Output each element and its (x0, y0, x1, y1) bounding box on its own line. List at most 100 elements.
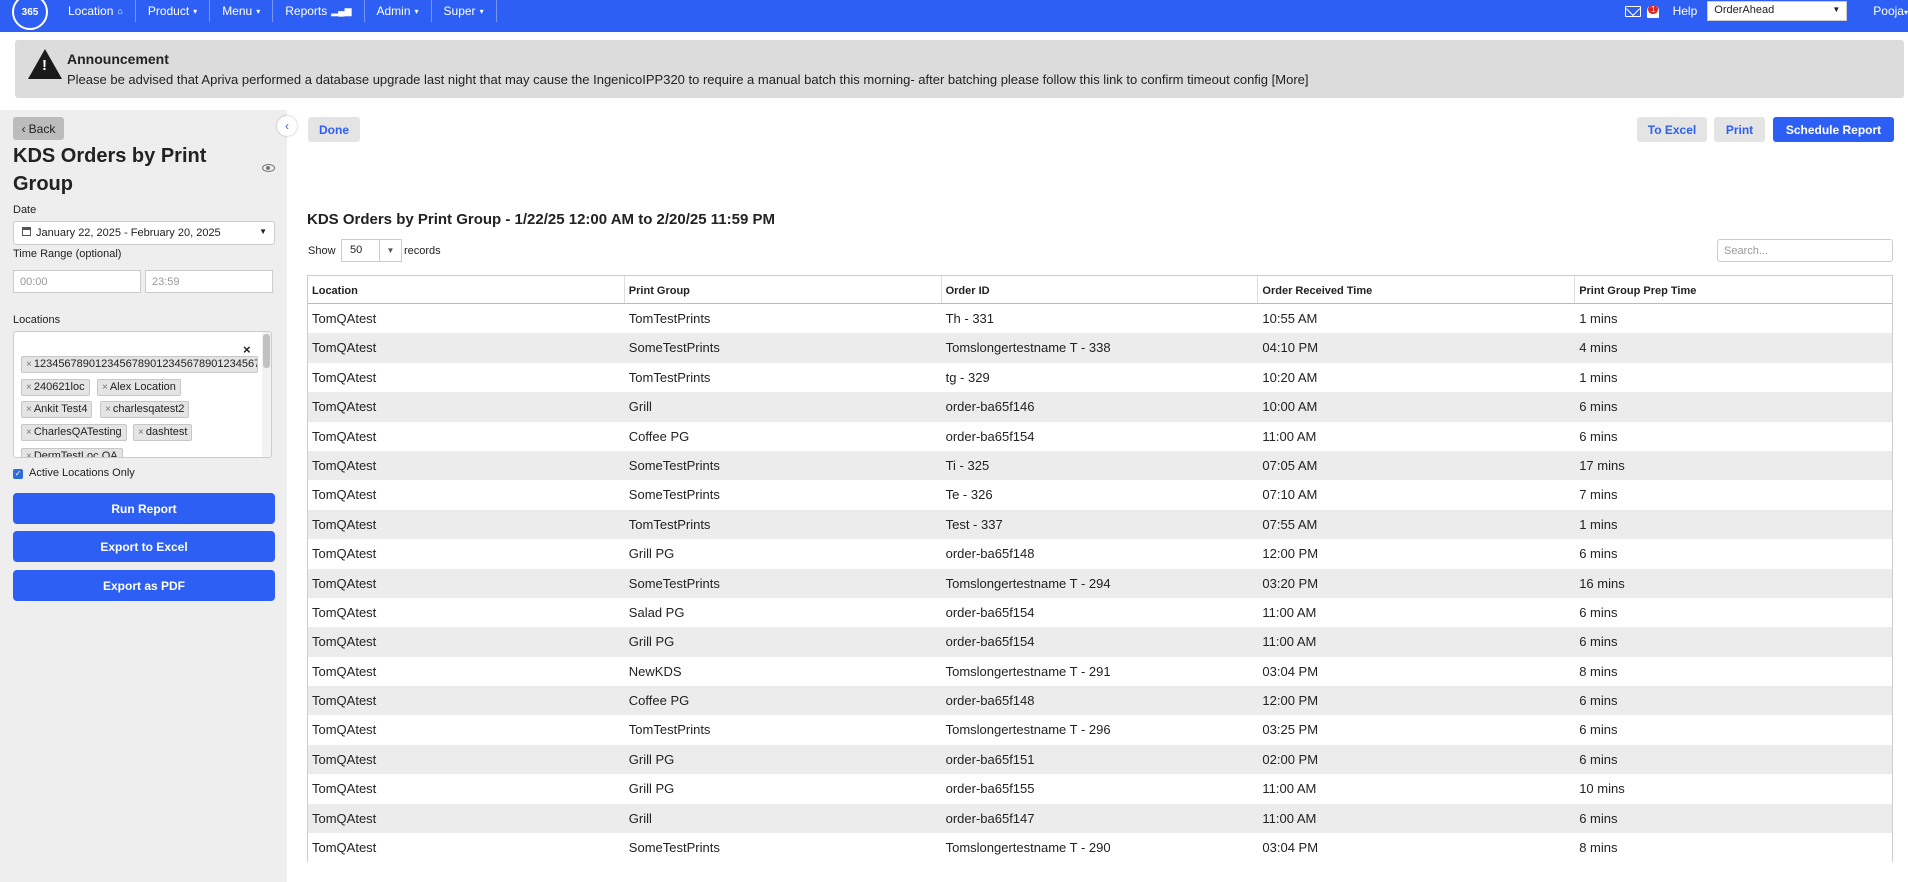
table-row[interactable]: TomQAtest TomTestPrints tg - 329 10:20 AM 1 … (308, 363, 1892, 392)
table-cell: TomQAtest (312, 399, 377, 415)
table-row[interactable]: TomQAtest TomTestPrints Test - 337 07:55 AM… (308, 509, 1892, 540)
table-cell: 6 mins (1579, 428, 1618, 444)
table-cell: TomQAtest (312, 663, 377, 679)
table-row[interactable]: TomQAtest SomeTestPrints Ti - 325 07:05 AM 1… (308, 450, 1892, 481)
print-button[interactable]: Print (1714, 117, 1765, 142)
nav-item-label: Admin (376, 4, 411, 18)
table-row[interactable]: TomQAtest Grill PG order-ba65f154 11:00 AM 6… (308, 627, 1892, 657)
locations-scrollbar[interactable] (262, 332, 271, 457)
table-row[interactable]: TomQAtest Grill order-ba65f146 10:00 AM 6 mi… (308, 392, 1892, 422)
table-row[interactable]: TomQAtest Grill PG order-ba65f151 02:00 PM 6… (308, 744, 1892, 775)
column-header[interactable]: Order Received Time (1258, 276, 1576, 303)
nav-item-reports[interactable]: Reports ▂▄▆ (273, 0, 365, 22)
column-header[interactable]: Print Group Prep Time (1575, 276, 1892, 303)
run-report-button[interactable]: Run Report (13, 493, 275, 524)
time-end-input[interactable]: 23:59 (145, 270, 273, 293)
table-row[interactable]: TomQAtest NewKDS Tomslongertestname T - 29… (308, 657, 1892, 686)
nav-item-product[interactable]: Product ▾ (136, 0, 211, 22)
table-cell: Grill PG (628, 781, 675, 797)
user-menu[interactable]: Pooja▾ (1873, 4, 1908, 18)
location-tag[interactable]: × Ankit Test4 (21, 401, 93, 418)
locations-multiselect[interactable]: × × 1234567890123456789012345678901234567… (13, 331, 272, 458)
table-search-input[interactable]: Search... (1717, 239, 1893, 262)
table-row[interactable]: TomQAtest SomeTestPrints Tomslongertestnam… (308, 333, 1892, 363)
remove-icon[interactable]: × (138, 427, 144, 438)
table-row[interactable]: TomQAtest SomeTestPrints Tomslongertestnam… (308, 833, 1892, 862)
location-tag[interactable]: × charlesqatest2 (100, 401, 190, 418)
table-cell: 1 mins (1579, 516, 1618, 532)
table-cell: 07:05 AM (1262, 457, 1318, 473)
remove-icon[interactable]: × (26, 382, 32, 393)
table-row[interactable]: TomQAtest Grill order-ba65f147 11:00 AM 6 mi… (308, 803, 1892, 834)
table-row[interactable]: TomQAtest Salad PG order-ba65f154 11:00 AM 6… (308, 598, 1892, 627)
remove-icon[interactable]: × (26, 451, 32, 457)
table-row[interactable]: TomQAtest Grill PG order-ba65f155 11:00 AM 1… (308, 774, 1892, 803)
table-cell: TomQAtest (312, 634, 377, 650)
location-tag[interactable]: × DermTestLoc QA (21, 448, 123, 457)
table-cell: 03:25 PM (1262, 722, 1319, 738)
column-header[interactable]: Order ID (942, 276, 1259, 303)
collapse-sidebar-button[interactable]: ‹ (277, 116, 297, 136)
active-only-checkbox[interactable]: ✓ (13, 469, 23, 479)
table-cell: 17 mins (1579, 457, 1625, 473)
location-tag[interactable]: × 240621loc (21, 379, 90, 396)
remove-icon[interactable]: × (26, 427, 32, 438)
back-button[interactable]: ‹ Back (13, 117, 64, 140)
announcement-text[interactable]: Please be advised that Apriva performed … (67, 72, 1309, 87)
table-cell: 10:55 AM (1262, 311, 1318, 326)
nav-item-location[interactable]: Location ⌂ (56, 0, 136, 22)
table-row[interactable]: TomQAtest Coffee PG order-ba65f154 11:00 AM… (308, 422, 1892, 451)
table-cell: Tomslongertestname T - 296 (945, 722, 1111, 738)
table-cell: order-ba65f147 (945, 810, 1035, 826)
clear-all-icon[interactable]: × (243, 342, 251, 357)
table-cell: Te - 326 (945, 487, 993, 503)
table-row[interactable]: TomQAtest Grill PG order-ba65f148 12:00 PM 6… (308, 539, 1892, 568)
location-tag-label: 240621loc (33, 381, 85, 393)
table-cell: TomTestPrints (628, 369, 711, 385)
table-cell: SomeTestPrints (628, 840, 720, 856)
brand-logo[interactable]: 365 (12, 0, 48, 30)
eye-icon[interactable] (262, 164, 275, 172)
table-cell: Coffee PG (628, 428, 690, 444)
help-link[interactable]: Help (1673, 4, 1698, 18)
location-tag[interactable]: × 1234567890123456789012345678901234567 (21, 356, 258, 373)
table-row[interactable]: TomQAtest SomeTestPrints Tomslongertestnam… (308, 568, 1892, 598)
time-start-input[interactable]: 00:00 (13, 270, 141, 293)
remove-icon[interactable]: × (102, 382, 108, 393)
show-label: Show (308, 245, 336, 257)
done-button[interactable]: Done (308, 117, 360, 142)
table-cell: Tomslongertestname T - 338 (945, 340, 1111, 356)
export-excel-button[interactable]: Export to Excel (13, 531, 275, 562)
table-row[interactable]: TomQAtest SomeTestPrints Te - 326 07:10 AM 7… (308, 480, 1892, 509)
table-row[interactable]: TomQAtest TomTestPrints Tomslongertestname… (308, 715, 1892, 744)
export-pdf-button[interactable]: Export as PDF (13, 570, 275, 601)
location-tag[interactable]: × CharlesQATesting (21, 424, 127, 441)
location-tag[interactable]: × dashtest (133, 424, 193, 441)
scrollbar-thumb[interactable] (263, 334, 270, 368)
table-cell: TomQAtest (312, 311, 377, 326)
remove-icon[interactable]: × (26, 359, 32, 370)
mail-icon[interactable] (1624, 5, 1641, 17)
top-nav-bar: 365 Location ⌂ Product ▾ Menu ▾ Reports ▂▄▆ Admi… (0, 0, 1908, 32)
nav-item-menu[interactable]: Menu ▾ (210, 0, 274, 22)
nav-item-label: Product (147, 4, 190, 18)
table-row[interactable]: TomQAtest TomTestPrints Th - 331 10:55 AM 1 … (308, 304, 1892, 333)
page-size-select[interactable]: 50 ▼ (341, 239, 402, 262)
remove-icon[interactable]: × (105, 404, 111, 415)
table-row[interactable]: TomQAtest Coffee PG order-ba65f148 12:00 PM… (308, 686, 1892, 716)
table-cell: 1 mins (1579, 311, 1618, 326)
nav-item-super[interactable]: Super ▾ (432, 0, 497, 22)
location-tag[interactable]: × Alex Location (97, 379, 181, 396)
table-cell: SomeTestPrints (628, 340, 720, 356)
date-range-picker[interactable]: January 22, 2025 - February 20, 2025 ▼ (13, 221, 275, 245)
nav-item-admin[interactable]: Admin ▾ (365, 0, 432, 22)
column-header[interactable]: Print Group (625, 276, 942, 303)
table-cell: 6 mins (1579, 751, 1618, 767)
schedule-report-button[interactable]: Schedule Report (1773, 117, 1894, 142)
column-header[interactable]: Location (308, 276, 625, 303)
remove-icon[interactable]: × (26, 404, 32, 415)
nav-right-group: Help OrderAhead ▼ Pooja▾ (1624, 0, 1908, 22)
org-select[interactable]: OrderAhead ▼ (1707, 1, 1848, 21)
table-cell: 16 mins (1579, 575, 1625, 591)
to-excel-button[interactable]: To Excel (1637, 117, 1707, 142)
